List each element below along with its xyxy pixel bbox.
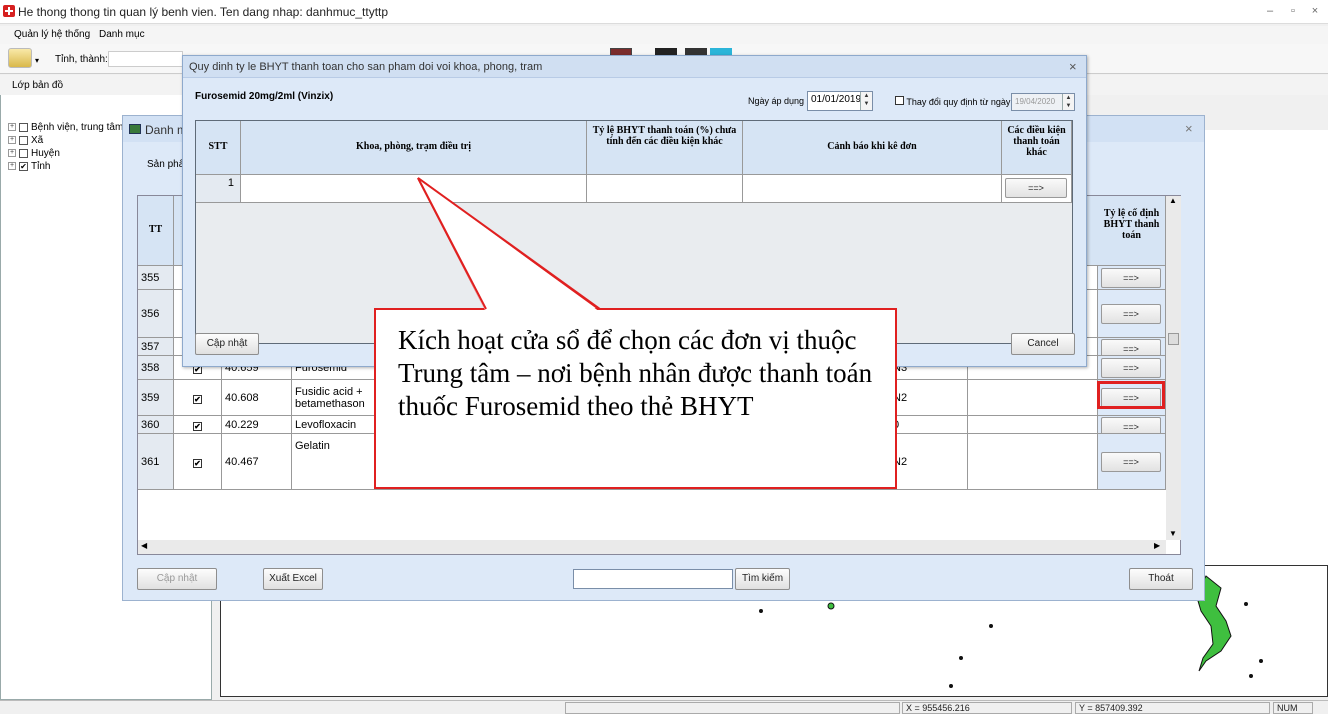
highlight-box xyxy=(1097,381,1165,409)
status-bar: X = 955456.216 Y = 857409.392 NUM xyxy=(0,700,1328,714)
callout-pointer-cover xyxy=(417,177,601,312)
num-lock-indicator: NUM xyxy=(1273,702,1313,714)
status-cell xyxy=(565,702,900,714)
x-coordinate: X = 955456.216 xyxy=(902,702,1072,714)
y-coordinate: Y = 857409.392 xyxy=(1075,702,1270,714)
